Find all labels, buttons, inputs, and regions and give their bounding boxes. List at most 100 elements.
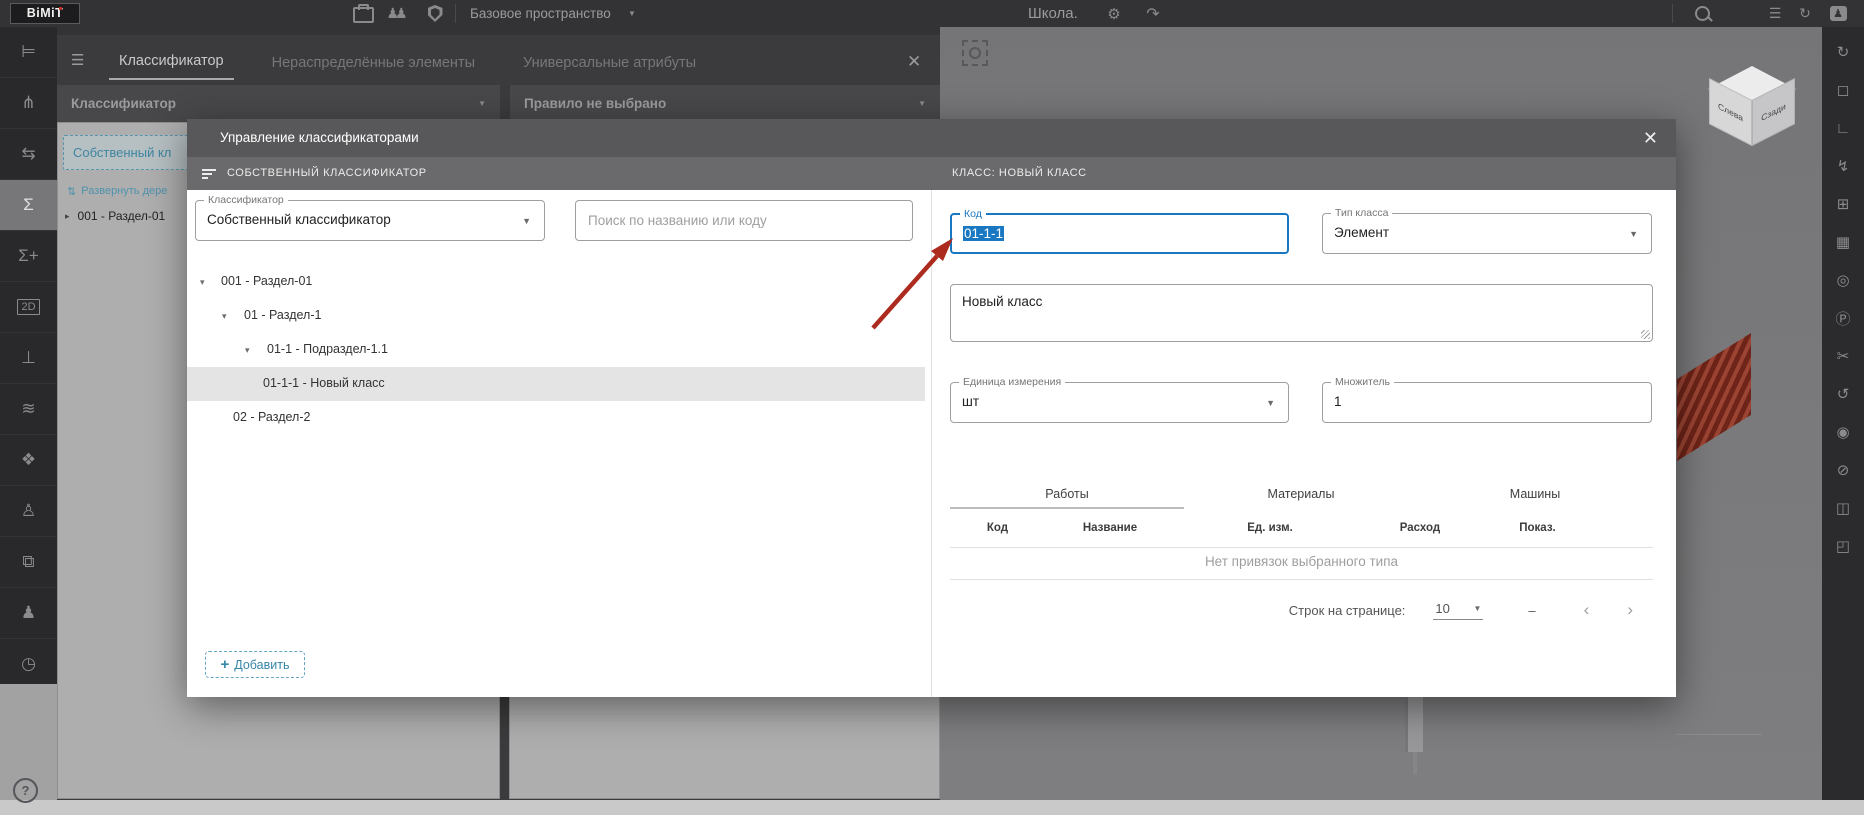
expanded-arrow-icon[interactable]: ▾ — [245, 345, 250, 356]
filter-list-icon[interactable] — [202, 169, 216, 179]
folder-transfer-icon[interactable]: ⧉ — [0, 537, 57, 588]
model-pillar-fragment — [1405, 697, 1423, 774]
tree-row[interactable]: ▾ 001 - Раздел-01 — [187, 265, 931, 299]
help-button[interactable]: ? — [13, 778, 38, 803]
visibility-icon[interactable]: ◉ — [1822, 413, 1864, 451]
user-location-icon[interactable]: ♟ — [0, 588, 57, 639]
left-pane-header: СОБСТВЕННЫЙ КЛАССИФИКАТОР — [227, 167, 427, 179]
expand-icon: ⇅ — [67, 186, 77, 198]
tab-works[interactable]: Работы — [950, 487, 1184, 509]
class-name-textarea[interactable]: Новый класс — [950, 284, 1653, 342]
next-page-icon[interactable]: › — [1627, 600, 1633, 620]
briefcase-icon[interactable] — [350, 0, 376, 27]
search-icon[interactable] — [1690, 0, 1714, 27]
visibility-off-icon[interactable]: ⊘ — [1822, 451, 1864, 489]
selection-region-icon[interactable] — [962, 40, 988, 66]
chevron-down-icon: ▼ — [522, 216, 531, 226]
gear-icon[interactable]: ⚙ — [1103, 0, 1125, 27]
parking-icon[interactable]: Ⓟ — [1822, 299, 1864, 337]
tab-machines[interactable]: Машины — [1418, 487, 1652, 509]
expanded-arrow-icon[interactable]: ▾ — [222, 311, 227, 322]
binding-tabs: Работы Материалы Машины — [950, 487, 1652, 509]
orbit-icon[interactable]: ↻ — [1822, 33, 1864, 71]
measure-icon[interactable]: ∟ — [1822, 109, 1864, 147]
class-type-select[interactable]: Тип класса Элемент ▼ — [1322, 207, 1652, 254]
notifications-sync-icon[interactable]: ↻ — [1793, 0, 1817, 27]
tab-materials[interactable]: Материалы — [1184, 487, 1418, 509]
right-pane-header: КЛАСС: НОВЫЙ КЛАСС — [952, 167, 1087, 179]
share-icon[interactable]: ↷ — [1142, 0, 1164, 27]
code-input[interactable]: Код 01-1-1 — [950, 208, 1289, 254]
classifier-select[interactable]: Классификатор Собственный классификатор … — [195, 194, 545, 241]
tree-row[interactable]: ▾ 01 - Раздел-1 — [187, 299, 931, 333]
add-binding-button[interactable]: + Добавить — [205, 651, 305, 678]
status-bar — [0, 800, 1864, 815]
selected-text: 01-1-1 — [963, 226, 1005, 241]
bindings-table-header: Код Название Ед. изм. Расход Показ. — [950, 522, 1653, 534]
account-icon[interactable]: ♟ — [1826, 0, 1850, 27]
scheme-icon[interactable]: ⊥ — [0, 333, 57, 384]
expanded-arrow-icon[interactable]: ▾ — [200, 277, 205, 288]
resize-handle-icon[interactable] — [1641, 330, 1650, 339]
model-ground-line — [1676, 734, 1762, 735]
section-cut-icon[interactable]: ✂ — [1822, 337, 1864, 375]
col-display: Показ. — [1519, 522, 1556, 534]
user-check-icon[interactable]: ♙ — [0, 486, 57, 537]
panel-close-icon[interactable]: ✕ — [907, 52, 921, 72]
clip-box-icon[interactable]: ◰ — [1822, 527, 1864, 565]
close-icon[interactable]: ✕ — [1643, 119, 1658, 157]
branch-icon[interactable]: ⋔ — [0, 78, 57, 129]
tree-node-root[interactable]: ▸ 001 - Раздел-01 — [65, 209, 165, 223]
select-frame-icon[interactable]: ◻ — [1822, 71, 1864, 109]
navigation-cube[interactable]: Слева Сзади — [1708, 66, 1796, 148]
layout-icon[interactable]: ⊞ — [1822, 185, 1864, 223]
chevron-down-icon: ▼ — [1266, 398, 1275, 408]
chevron-down-icon: ▼ — [1473, 603, 1482, 613]
graph-icon[interactable]: ≋ — [0, 384, 57, 435]
chevron-down-icon: ▼ — [918, 99, 926, 108]
bimit-logo: BiMiT — [10, 3, 80, 24]
classifier-tabs: Классификатор Нераспределённые элементы … — [109, 45, 734, 80]
workspace-selector[interactable]: Базовое пространство — [470, 0, 611, 27]
table-divider — [950, 547, 1653, 548]
target-icon[interactable]: ◎ — [1822, 261, 1864, 299]
plugin-icon[interactable]: ❖ — [0, 435, 57, 486]
col-unit: Ед. изм. — [1247, 522, 1293, 534]
empty-table-message: Нет привязок выбранного типа — [1204, 554, 1399, 569]
cube-view-icon[interactable]: ◫ — [1822, 489, 1864, 527]
tree-structure-icon[interactable]: ⊨ — [0, 27, 57, 78]
flash-icon[interactable]: ↯ — [1822, 147, 1864, 185]
dialog-subheader: СОБСТВЕННЫЙ КЛАССИФИКАТОР КЛАСС: НОВЫЙ К… — [187, 157, 1676, 190]
panel-menu-icon[interactable]: ☰ — [71, 51, 84, 69]
multiplier-input[interactable]: Множитель 1 — [1322, 376, 1652, 423]
rule-dropdown[interactable]: Правило не выбрано ▼ — [510, 85, 940, 122]
gauge-icon[interactable]: ◷ — [0, 639, 57, 690]
page-range: – — [1528, 602, 1536, 618]
search-input[interactable] — [575, 200, 913, 241]
sheet-2d-icon[interactable]: 2D — [0, 282, 57, 333]
table-divider — [950, 579, 1653, 580]
col-code: Код — [986, 522, 1009, 534]
project-title: Школа. — [1028, 5, 1078, 22]
tree-row[interactable]: ▾ 01-1 - Подраздел-1.1 — [187, 333, 931, 367]
unit-select[interactable]: Единица измерения шт ▼ — [950, 376, 1289, 423]
shield-icon[interactable] — [422, 0, 448, 27]
table-icon[interactable]: ▦ — [1822, 223, 1864, 261]
previous-page-icon[interactable]: ‹ — [1584, 600, 1590, 620]
tree-row-selected[interactable]: 01-1-1 - Новый класс — [187, 367, 925, 401]
tab-unassigned-elements[interactable]: Нераспределённые элементы — [262, 47, 485, 80]
rows-per-page-select[interactable]: 10 ▼ — [1433, 601, 1484, 620]
tab-universal-attributes[interactable]: Универсальные атрибуты — [513, 47, 706, 80]
shuffle-icon[interactable]: ⇆ — [0, 129, 57, 180]
tree-row[interactable]: 02 - Раздел-2 — [187, 401, 931, 435]
sum-icon[interactable]: Σ — [0, 180, 57, 231]
classifier-dropdown[interactable]: Классификатор ▼ — [57, 85, 500, 122]
team-icon[interactable]: ♟♟ — [382, 0, 408, 27]
sum-add-icon[interactable]: Σ+ — [0, 231, 57, 282]
workspace-caret-icon[interactable]: ▼ — [625, 0, 639, 27]
refresh-icon[interactable]: ↺ — [1822, 375, 1864, 413]
topbar-divider — [1672, 4, 1673, 23]
tab-classifier[interactable]: Классификатор — [109, 45, 234, 80]
list-icon[interactable]: ☰ — [1763, 0, 1787, 27]
expand-tree-link[interactable]: ⇅ Развернуть дере — [67, 185, 167, 198]
